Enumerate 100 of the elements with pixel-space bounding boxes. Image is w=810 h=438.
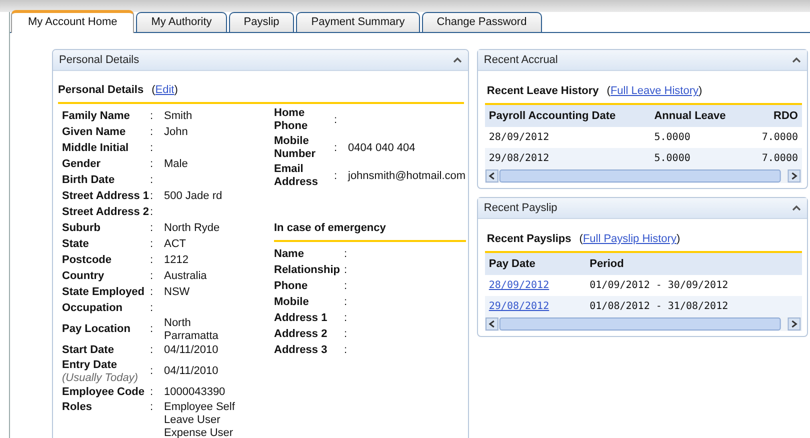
field-value: johnsmith@hotmail.com (348, 170, 466, 182)
colon-separator: : (344, 280, 348, 292)
bracket: ) (174, 83, 178, 98)
field-label: Phone (274, 280, 308, 292)
field-label: Start Date (62, 344, 114, 356)
edit-link[interactable]: Edit (155, 82, 174, 98)
field-label: Country (62, 270, 104, 282)
field-label: Roles (62, 400, 92, 412)
colon-separator: : (334, 170, 338, 182)
field-label: Given Name (62, 126, 126, 138)
field-label: Street Address 2 (62, 206, 150, 218)
tab[interactable]: My Authority (136, 12, 227, 32)
horizontal-scrollbar[interactable] (484, 317, 802, 331)
field-label: Suburb (62, 222, 100, 234)
colon-separator: : (150, 190, 154, 202)
column-header: Annual Leave (654, 110, 726, 122)
field-label: Birth Date (62, 174, 115, 186)
field-hint: (Usually Today) (62, 372, 140, 384)
field-label: Home Phone (274, 107, 308, 132)
pay-date-link[interactable]: 28/09/2012 (488, 280, 550, 291)
field-value: North Ryde (164, 222, 220, 234)
section-heading: Recent Payslips (486, 232, 572, 247)
horizontal-scrollbar[interactable] (484, 169, 802, 183)
field-label: State (62, 238, 89, 250)
field-value: 04/11/2010 (164, 365, 218, 377)
table-cell: 28/09/2012 (488, 132, 550, 143)
field-value: Smith (164, 110, 192, 122)
column-header: Period (590, 258, 624, 270)
bracket: ( (152, 83, 156, 98)
bracket: ( (606, 84, 610, 99)
field-value: NSW (164, 286, 190, 298)
field-value: Employee Self (164, 400, 235, 414)
table-cell: 7.0000 (762, 132, 798, 143)
colon-separator: : (150, 344, 154, 356)
field-label: Address 1 (274, 312, 328, 324)
field-label: Address 3 (274, 344, 328, 356)
field-label: Employee Code (62, 386, 145, 398)
colon-separator: : (150, 386, 154, 398)
field-label: Name (274, 248, 304, 260)
bracket: ) (676, 232, 680, 247)
field-label: Email Address (274, 163, 318, 188)
column-header: Pay Date (488, 258, 536, 270)
colon-separator: : (150, 206, 154, 218)
colon-separator: : (150, 254, 154, 266)
tab[interactable]: My Account Home (11, 10, 134, 33)
field-label: Family Name (62, 110, 130, 122)
panel-title: Personal Details (59, 53, 140, 67)
collapse-icon[interactable] (792, 205, 801, 211)
column-header: RDO (774, 110, 798, 122)
colon-separator: : (150, 126, 154, 138)
colon-separator: : (150, 270, 154, 282)
field-label: Pay Location (62, 323, 130, 335)
colon-separator: : (150, 323, 154, 335)
field-label: Relationship (274, 264, 340, 276)
field-label: Mobile (274, 296, 309, 308)
field-label: Middle Initial (62, 142, 129, 154)
history-link[interactable]: Full Leave History (610, 83, 698, 100)
table-cell: 5.0000 (654, 132, 690, 143)
field-value: 1212 (164, 254, 188, 266)
table-cell: 01/08/2012 - 31/08/2012 (590, 301, 728, 312)
colon-separator: : (150, 110, 154, 122)
section-heading: Recent Leave History (486, 84, 599, 99)
column-header: Payroll Accounting Date (488, 110, 616, 122)
field-label: Mobile Number (274, 135, 316, 160)
colon-separator: : (150, 238, 154, 250)
tab[interactable]: Payment Summary (296, 12, 420, 32)
field-label: Address 2 (274, 328, 328, 340)
table-cell: 29/08/2012 (488, 153, 550, 164)
table-cell: 5.0000 (654, 153, 690, 164)
field-label: Postcode (62, 254, 112, 266)
tab[interactable]: Change Password (422, 12, 542, 32)
colon-separator: : (150, 365, 154, 377)
collapse-icon[interactable] (452, 57, 462, 63)
field-value: Male (164, 158, 188, 170)
field-value: 0404 040 404 (348, 142, 416, 154)
field-value: Expense User (164, 426, 234, 438)
collapse-icon[interactable] (792, 57, 801, 63)
history-link[interactable]: Full Payslip History (582, 231, 676, 248)
tab[interactable]: Payslip (228, 12, 294, 32)
bracket: ( (579, 232, 583, 247)
colon-separator: : (150, 286, 154, 298)
panel-title: Recent Payslip (484, 201, 558, 215)
field-label: Gender (62, 158, 101, 170)
colon-separator: : (150, 222, 154, 234)
field-value: North Parramatta (164, 316, 218, 342)
field-value: Australia (164, 270, 207, 282)
colon-separator: : (150, 158, 154, 170)
field-label: Entry Date (62, 358, 118, 370)
panel-title: Recent Accrual (484, 53, 558, 67)
field-value: ACT (164, 238, 186, 250)
field-value: 04/11/2010 (164, 344, 218, 356)
colon-separator: : (344, 328, 348, 340)
table-cell: 01/09/2012 - 30/09/2012 (590, 280, 728, 291)
field-value: 500 Jade rd (164, 190, 222, 202)
colon-separator: : (344, 344, 348, 356)
colon-separator: : (150, 174, 154, 186)
colon-separator: : (150, 142, 154, 154)
field-value: John (164, 126, 188, 138)
colon-separator: : (344, 248, 348, 260)
section-heading: Personal Details (58, 83, 144, 98)
